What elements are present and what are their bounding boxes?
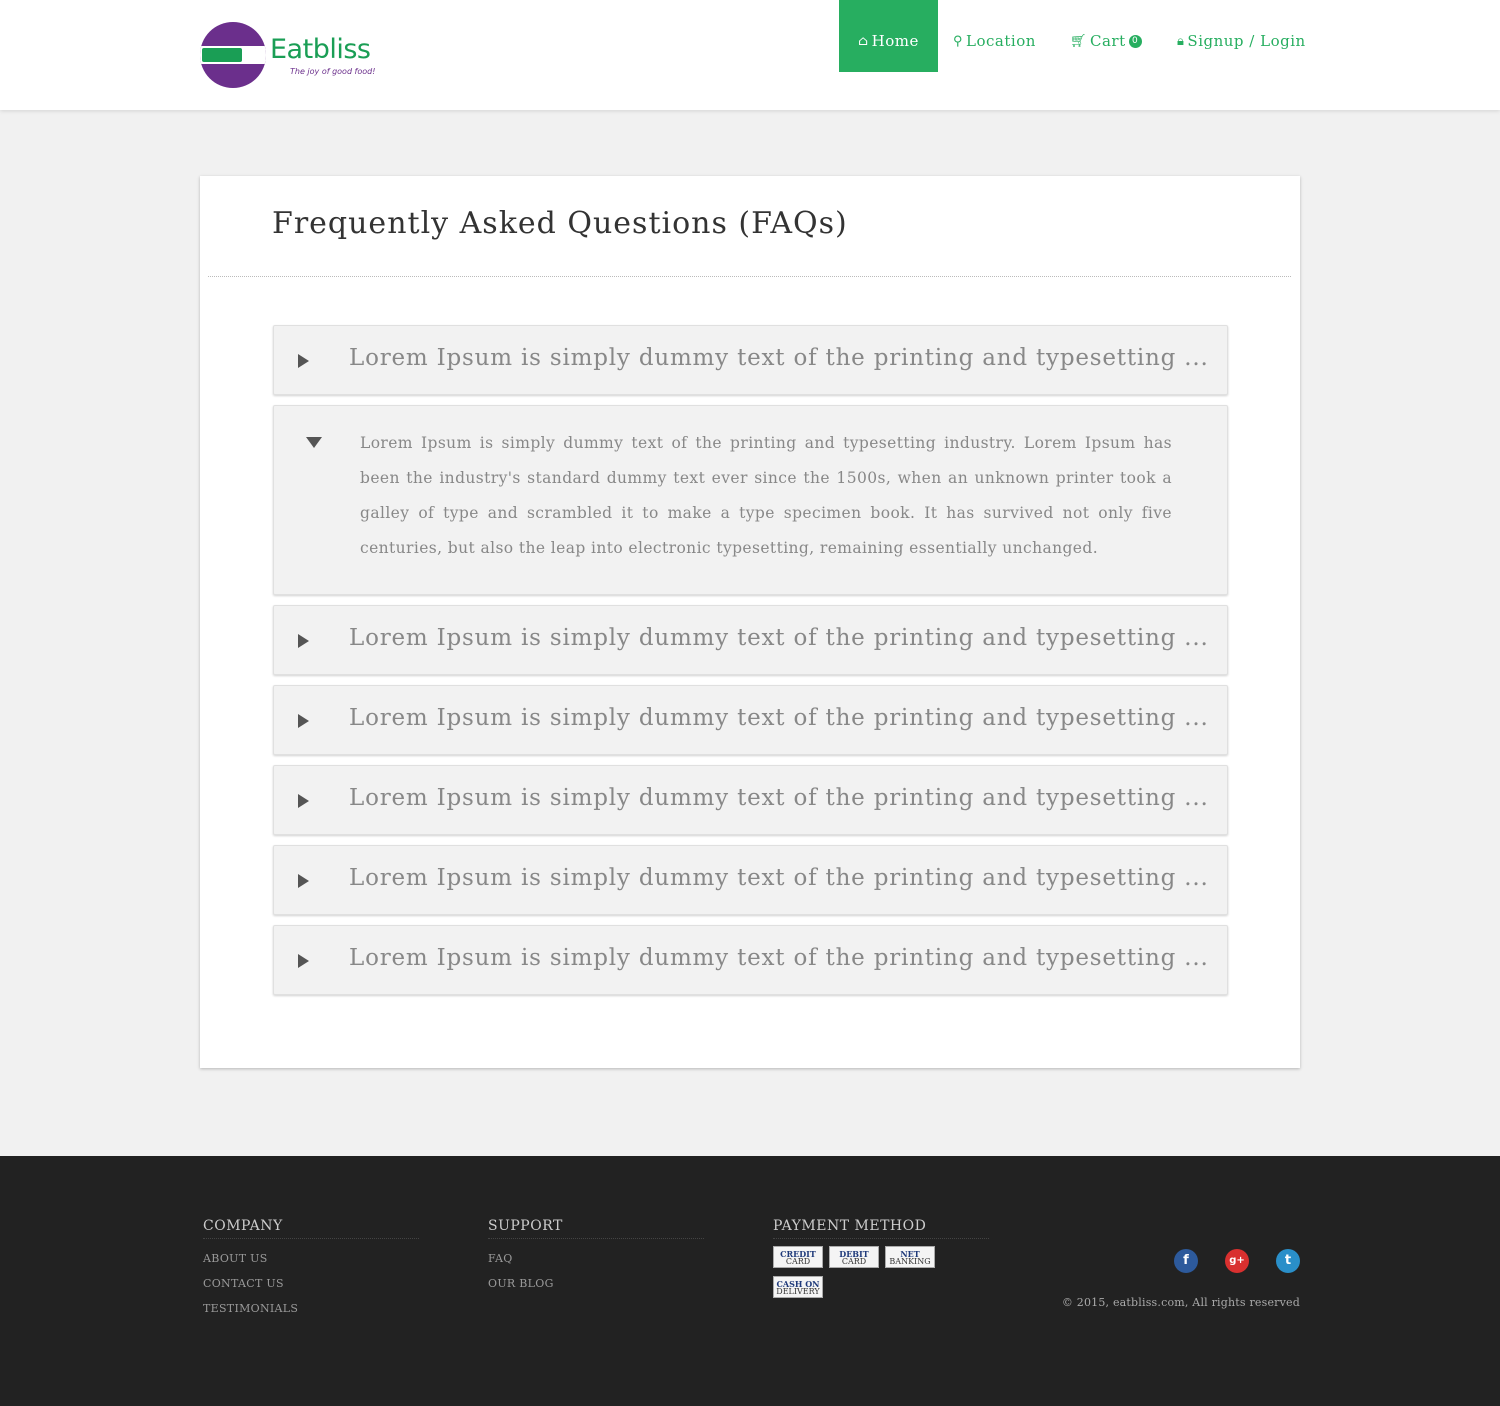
faq-item-6[interactable]: Lorem Ipsum is simply dummy text of the … [273, 845, 1228, 915]
faq-item-1[interactable]: Lorem Ipsum is simply dummy text of the … [273, 325, 1228, 395]
map-marker-icon: ⚲ [953, 33, 964, 49]
footer-payment: PAYMENT METHOD CREDIT CARD DEBIT CARD NET B… [773, 1218, 989, 1306]
logo-tagline: The joy of good food! [290, 67, 376, 76]
faq-item-7[interactable]: Lorem Ipsum is simply dummy text of the … [273, 925, 1228, 995]
footer-support: SUPPORT FAQ OUR BLOG [488, 1218, 704, 1296]
cart-count-badge: 0 [1128, 34, 1142, 48]
site-header: Eatbliss The joy of good food! ⌂ Home ⚲ … [0, 0, 1500, 110]
payment-credit-card-badge: CREDIT CARD [773, 1246, 823, 1268]
caret-right-icon [298, 714, 309, 728]
nav-cart[interactable]: 🛒︎ Cart 0 [1070, 0, 1142, 72]
page-title: Frequently Asked Questions (FAQs) [272, 206, 848, 241]
nav-home-label: Home [871, 32, 919, 50]
faq-card: Frequently Asked Questions (FAQs) Lorem … [200, 176, 1300, 1068]
nav-location-label: Location [966, 32, 1036, 50]
logo-mark [200, 22, 266, 88]
nav-location[interactable]: ⚲ Location [953, 0, 1036, 72]
google-plus-icon[interactable]: g+ [1225, 1249, 1249, 1273]
faq-answer: Lorem Ipsum is simply dummy text of the … [360, 434, 1172, 557]
footer-company: COMPANY ABOUT US CONTACT US TESTIMONIALS [203, 1218, 419, 1321]
faq-item-2[interactable]: Lorem Ipsum is simply dummy text of the … [273, 405, 1228, 595]
faq-item-5[interactable]: Lorem Ipsum is simply dummy text of the … [273, 765, 1228, 835]
copyright-text: © 2015, eatbliss.com, All rights reserve… [1061, 1296, 1300, 1309]
caret-down-icon [306, 437, 322, 448]
caret-right-icon [298, 794, 309, 808]
nav-cart-label: Cart [1090, 32, 1126, 50]
faq-item-3[interactable]: Lorem Ipsum is simply dummy text of the … [273, 605, 1228, 675]
footer-link-testimonials[interactable]: TESTIMONIALS [203, 1296, 419, 1321]
faq-question: Lorem Ipsum is simply dummy text of the … [349, 625, 1209, 651]
logo-name: Eatbliss [270, 34, 371, 65]
caret-right-icon [298, 954, 309, 968]
facebook-icon[interactable]: f [1174, 1249, 1198, 1273]
title-divider [208, 276, 1291, 277]
lock-icon: 🔒︎ [1177, 33, 1185, 49]
footer-link-faq[interactable]: FAQ [488, 1246, 704, 1271]
faq-question: Lorem Ipsum is simply dummy text of the … [349, 865, 1209, 891]
footer-link-contact-us[interactable]: CONTACT US [203, 1271, 419, 1296]
site-footer: COMPANY ABOUT US CONTACT US TESTIMONIALS… [0, 1156, 1500, 1406]
faq-question: Lorem Ipsum is simply dummy text of the … [349, 705, 1209, 731]
twitter-icon[interactable]: t [1276, 1249, 1300, 1273]
footer-link-about-us[interactable]: ABOUT US [203, 1246, 419, 1271]
faq-question: Lorem Ipsum is simply dummy text of the … [349, 785, 1209, 811]
footer-support-heading: SUPPORT [488, 1218, 704, 1239]
faq-question: Lorem Ipsum is simply dummy text of the … [349, 345, 1209, 371]
home-icon: ⌂ [858, 33, 869, 49]
nav-signup-login[interactable]: 🔒︎ Signup / Login [1177, 0, 1306, 72]
caret-right-icon [298, 874, 309, 888]
footer-payment-heading: PAYMENT METHOD [773, 1218, 989, 1239]
payment-methods: CREDIT CARD DEBIT CARD NET BANKING CASH ON D… [773, 1246, 989, 1306]
footer-link-our-blog[interactable]: OUR BLOG [488, 1271, 704, 1296]
nav-login-label: Signup / Login [1187, 32, 1306, 50]
logo[interactable]: Eatbliss The joy of good food! [200, 22, 375, 90]
shopping-cart-icon: 🛒︎ [1070, 33, 1088, 49]
caret-right-icon [298, 354, 309, 368]
payment-debit-card-badge: DEBIT CARD [829, 1246, 879, 1268]
footer-company-heading: COMPANY [203, 1218, 419, 1239]
faq-item-4[interactable]: Lorem Ipsum is simply dummy text of the … [273, 685, 1228, 755]
nav-home[interactable]: ⌂ Home [839, 0, 938, 72]
payment-net-banking-badge: NET BANKING [885, 1246, 935, 1268]
faq-question: Lorem Ipsum is simply dummy text of the … [349, 945, 1209, 971]
payment-cash-on-delivery-badge: CASH ON DELIVERY [773, 1276, 823, 1298]
caret-right-icon [298, 634, 309, 648]
